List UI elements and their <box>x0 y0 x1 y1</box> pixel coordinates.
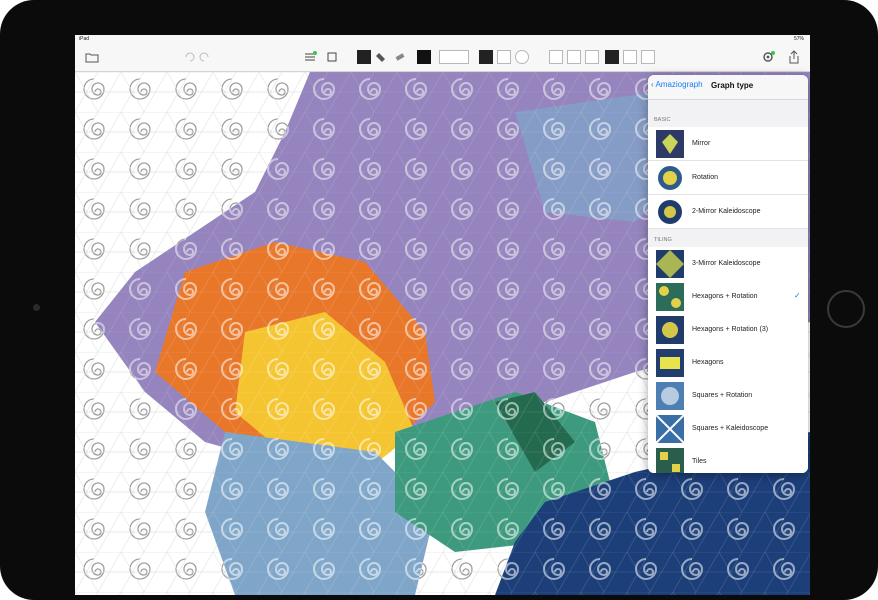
option-label: Squares + Rotation <box>692 392 753 399</box>
layer-6[interactable] <box>641 50 655 64</box>
battery-label: 57% <box>793 36 804 42</box>
option-label: Hexagons <box>692 359 724 366</box>
layer-2[interactable] <box>567 50 581 64</box>
option-mirror[interactable]: Mirror <box>648 127 808 161</box>
folder-icon[interactable] <box>85 50 99 64</box>
option-label: Tiles <box>692 458 707 465</box>
layer-5[interactable] <box>623 50 637 64</box>
option-3-mirror[interactable]: 3-Mirror Kaleidoscope <box>648 247 808 281</box>
brush-size-large[interactable] <box>515 50 529 64</box>
tiling-thumbnail <box>656 349 684 377</box>
popover-header: ‹ Amaziograph Graph type <box>648 75 808 100</box>
layer-4[interactable] <box>605 50 619 64</box>
opacity-control[interactable] <box>439 50 469 64</box>
symmetry-icon[interactable] <box>325 50 339 64</box>
option-label: Hexagons + Rotation (3) <box>692 326 769 333</box>
option-label: Rotation <box>692 174 719 181</box>
tiling-thumbnail <box>656 316 684 344</box>
ipad-frame: iPad 57% ‹ Amaziograph Graph type BASIC … <box>0 0 878 600</box>
rotation-thumbnail <box>656 164 684 192</box>
undo-icon[interactable] <box>183 50 195 64</box>
tiling-thumbnail <box>656 382 684 410</box>
checkmark-icon: ✓ <box>794 291 801 300</box>
status-bar: iPad 57% <box>75 35 810 44</box>
graph-type-popover: ‹ Amaziograph Graph type BASIC Mirror Ro… <box>648 75 808 473</box>
option-label: Hexagons + Rotation <box>692 293 758 300</box>
option-2-mirror[interactable]: 2-Mirror Kaleidoscope <box>648 195 808 229</box>
option-hexagons[interactable]: Hexagons <box>648 346 808 380</box>
popover-title: Graph type <box>711 81 754 90</box>
share-icon[interactable] <box>787 50 801 64</box>
section-basic: BASIC <box>654 117 671 123</box>
kaleidoscope-thumbnail <box>656 198 684 226</box>
back-button[interactable]: ‹ Amaziograph <box>651 80 703 89</box>
back-label: Amaziograph <box>655 80 703 89</box>
brush-icon[interactable] <box>357 50 371 64</box>
tiling-thumbnail <box>656 283 684 311</box>
tiling-thumbnail <box>656 415 684 443</box>
grid-icon[interactable] <box>303 50 317 64</box>
option-label: Squares + Kaleidoscope <box>692 425 769 432</box>
eraser-icon[interactable] <box>393 50 407 64</box>
option-tiles[interactable]: Tiles <box>648 445 808 473</box>
redo-icon[interactable] <box>199 50 211 64</box>
carrier-label: iPad <box>79 36 90 42</box>
layer-1[interactable] <box>549 50 563 64</box>
settings-icon[interactable] <box>761 50 775 64</box>
option-label: Mirror <box>692 140 711 147</box>
tiling-thumbnail <box>656 448 684 473</box>
color-swatch[interactable] <box>417 50 431 64</box>
tiling-thumbnail <box>656 250 684 278</box>
camera <box>33 304 40 311</box>
section-tiling: TILING <box>654 237 672 243</box>
toolbar <box>75 44 810 72</box>
option-squares-rotation[interactable]: Squares + Rotation <box>648 379 808 413</box>
brush-size-small[interactable] <box>479 50 493 64</box>
fill-icon[interactable] <box>375 50 389 64</box>
brush-size-medium[interactable] <box>497 50 511 64</box>
option-label: 2-Mirror Kaleidoscope <box>692 208 761 215</box>
option-hexagons-rotation[interactable]: Hexagons + Rotation ✓ <box>648 280 808 314</box>
option-rotation[interactable]: Rotation <box>648 161 808 195</box>
mirror-thumbnail <box>656 130 684 158</box>
home-button[interactable] <box>827 290 865 328</box>
option-squares-kaleidoscope[interactable]: Squares + Kaleidoscope <box>648 412 808 446</box>
option-label: 3-Mirror Kaleidoscope <box>692 260 761 267</box>
layer-3[interactable] <box>585 50 599 64</box>
option-hexagons-rotation-3[interactable]: Hexagons + Rotation (3) <box>648 313 808 347</box>
app-screen: iPad 57% ‹ Amaziograph Graph type BASIC … <box>75 35 810 595</box>
